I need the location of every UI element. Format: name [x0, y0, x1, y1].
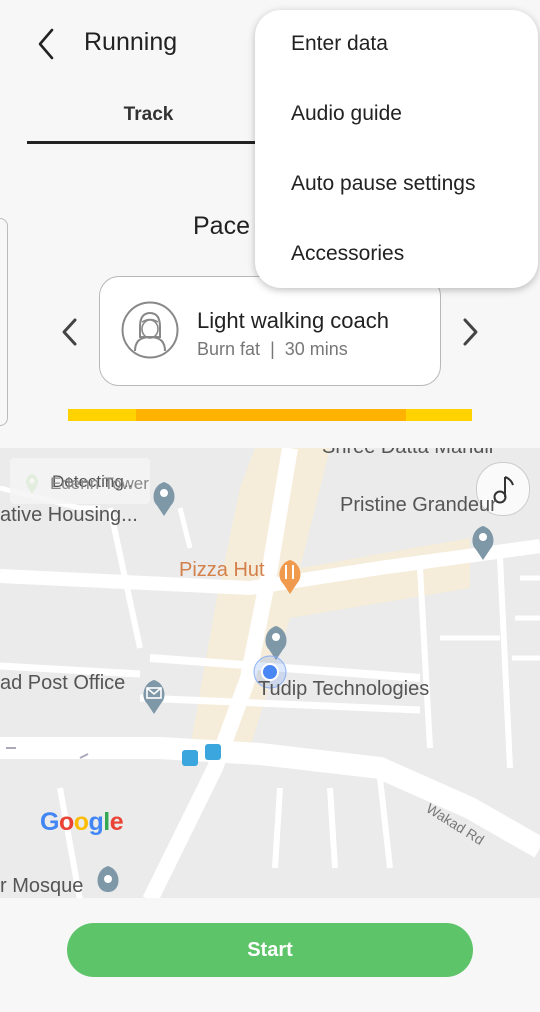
menu-item-auto-pause-settings[interactable]: Auto pause settings: [255, 150, 538, 220]
place-label-tudip: Tudip Technologies: [258, 678, 430, 700]
start-button[interactable]: Start: [67, 923, 473, 977]
tab-active-indicator: [27, 141, 270, 144]
google-logo: Google: [40, 808, 124, 836]
meta-divider: |: [270, 339, 275, 359]
menu-item-enter-data[interactable]: Enter data: [255, 10, 538, 80]
pace-zone-high: [406, 409, 472, 421]
menu-item-label: Audio guide: [291, 102, 402, 125]
back-button[interactable]: [30, 24, 66, 64]
coach-card[interactable]: Light walking coach Burn fat | 30 mins: [99, 276, 441, 386]
place-label-pizza-hut: Pizza Hut: [179, 559, 265, 581]
page-title: Running: [84, 28, 178, 56]
pace-zone-bar: [68, 408, 472, 421]
next-coach-button[interactable]: [458, 314, 482, 350]
bottom-bar: Start: [0, 898, 540, 1012]
place-label-shree-datta: Shree Datta Mandir: [322, 448, 495, 459]
overflow-menu: Enter data Audio guide Auto pause settin…: [255, 10, 538, 288]
coach-name: Light walking coach: [197, 308, 390, 333]
place-label-edenn-tower: Edenn Tower: [50, 474, 149, 493]
map-view[interactable]: Detecting... Shree Datta Mandir Edenn To…: [0, 448, 540, 900]
coach-avatar: [121, 301, 179, 359]
coach-goal: Burn fat: [197, 339, 261, 359]
menu-item-audio-guide[interactable]: Audio guide: [255, 80, 538, 150]
place-label-housing: ative Housing...: [0, 504, 138, 526]
tab-track[interactable]: Track: [27, 88, 270, 144]
coach-meta: Burn fat | 30 mins: [197, 339, 348, 360]
previous-card-edge[interactable]: [0, 218, 8, 426]
previous-coach-button[interactable]: [58, 314, 82, 350]
menu-item-label: Auto pause settings: [291, 172, 476, 195]
pace-zone-low: [68, 409, 136, 421]
post-office-pin[interactable]: [143, 680, 165, 714]
workout-target-label: Pace: [193, 212, 250, 240]
edenn-tower-pin[interactable]: [153, 482, 175, 516]
menu-item-label: Accessories: [291, 242, 405, 265]
chevron-right-icon: [463, 318, 478, 346]
menu-item-accessories[interactable]: Accessories: [255, 220, 538, 290]
chevron-left-icon: [38, 28, 54, 60]
place-label-pristine: Pristine Grandeur: [340, 494, 497, 516]
pace-zone-target: [136, 409, 406, 421]
place-label-post-office: ad Post Office: [0, 672, 126, 694]
place-label-mosque: r Mosque: [0, 875, 84, 897]
mosque-pin[interactable]: [97, 866, 119, 892]
menu-item-label: Enter data: [291, 32, 388, 55]
chevron-left-icon: [62, 318, 77, 346]
coach-duration: 30 mins: [284, 339, 348, 359]
coach-avatar-icon: [121, 301, 179, 359]
